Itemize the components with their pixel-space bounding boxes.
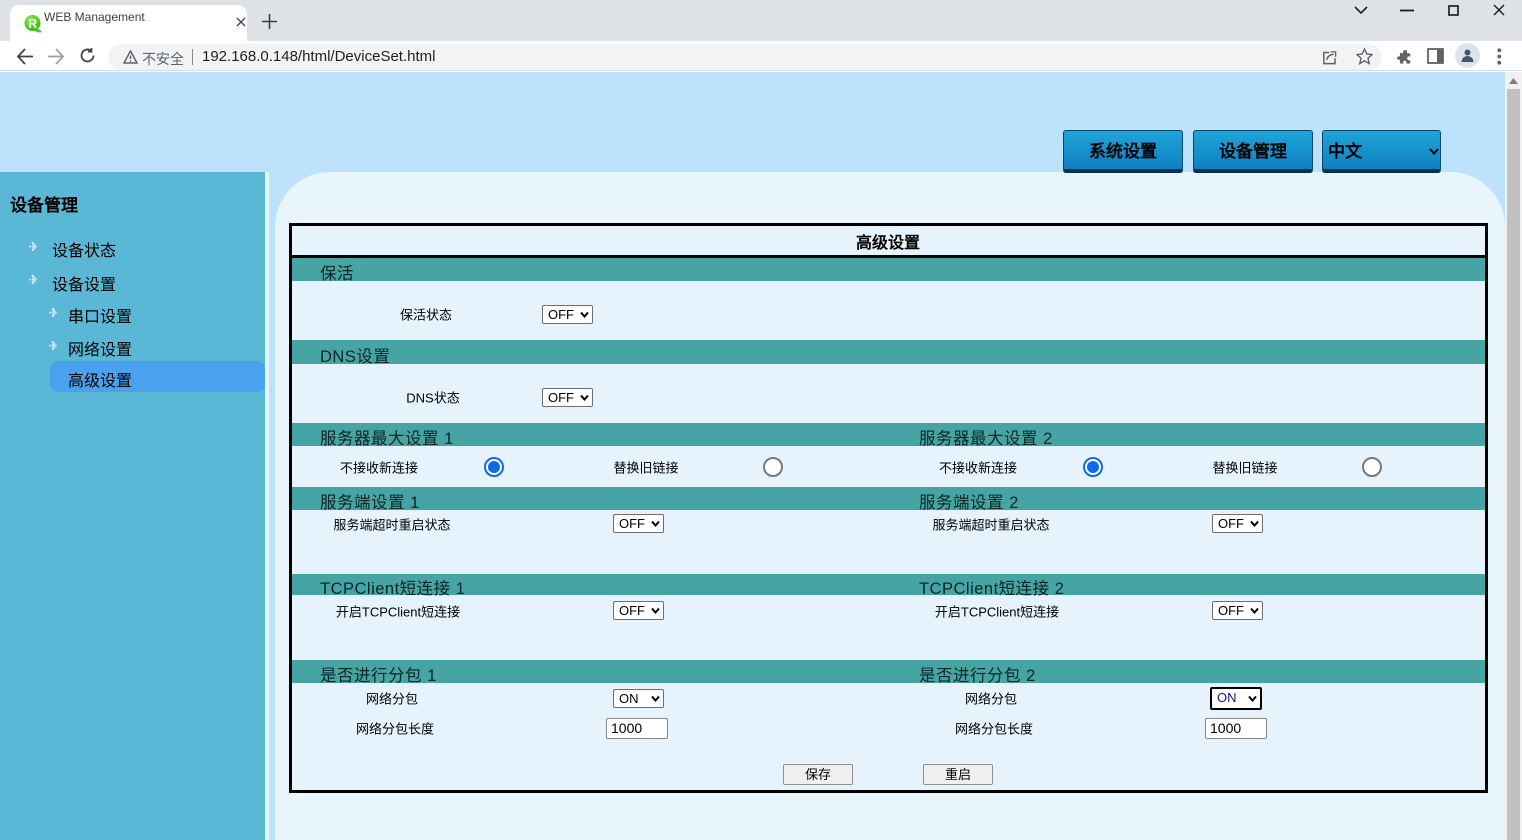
svg-text:R: R (28, 17, 37, 31)
